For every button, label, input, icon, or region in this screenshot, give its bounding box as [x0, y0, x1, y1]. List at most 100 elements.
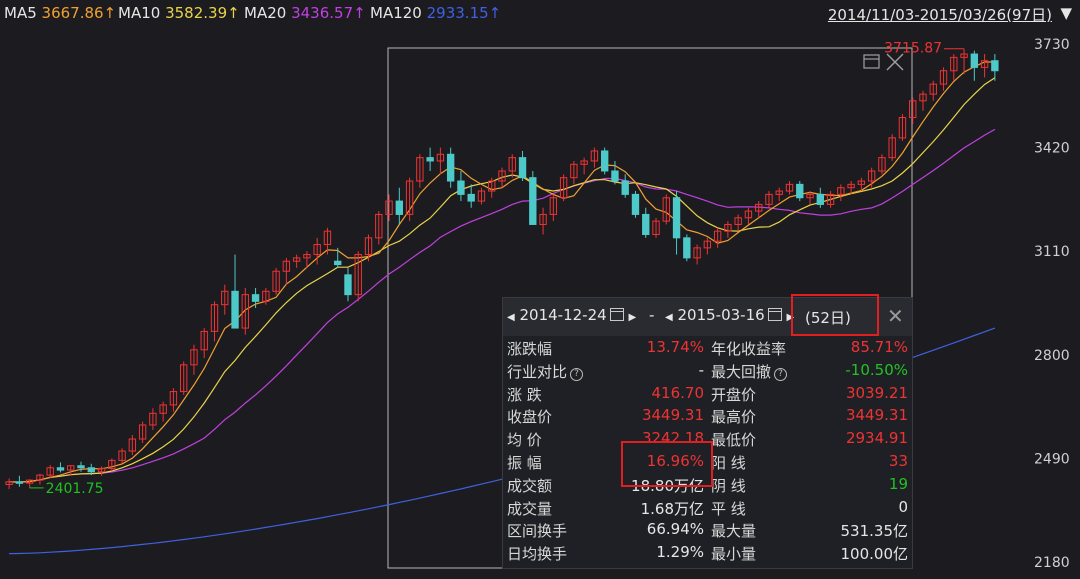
ma120-label: MA120 — [370, 4, 422, 22]
stat-label-text: 日均换手 — [507, 545, 568, 564]
stat-value: 416.70 — [651, 383, 705, 402]
stat-label: 成交量 — [507, 498, 552, 519]
stat-label-text: 开盘价 — [711, 385, 757, 404]
stat-label-text: 行业对比 — [507, 362, 568, 381]
stat-label: 平 线 — [711, 498, 746, 519]
candle-body — [446, 153, 455, 182]
candle-body — [334, 260, 342, 266]
y-tick-label: 3110 — [1034, 244, 1070, 260]
candle-body — [251, 294, 260, 302]
candle-body — [426, 157, 434, 162]
stats-panel-header: ◀ 2014-12-24 ▶ - ◀ 2015-03-16 ▶ (52日) ✕ — [503, 294, 912, 336]
candle-body — [642, 213, 650, 235]
start-date-picker[interactable]: ◀ 2014-12-24 ▶ — [507, 306, 636, 328]
candle-body — [77, 465, 85, 469]
stat-label-text: 平 线 — [711, 499, 746, 518]
ma5-indicator: MA5 3667.86↑ — [4, 4, 116, 22]
candle-body — [611, 170, 619, 182]
y-tick-label: 2180 — [1034, 555, 1070, 571]
ma10-value: 3582.39↑ — [165, 4, 240, 22]
stat-value: 13.74% — [646, 338, 704, 356]
candle-body — [467, 193, 475, 202]
stat-label: 均 价 — [507, 429, 542, 450]
stat-label-text: 收盘价 — [507, 408, 553, 427]
stat-label: 最高价 — [711, 406, 756, 427]
stat-label-text: 振 幅 — [507, 454, 542, 472]
stats-row: 收盘价 3449.31 最高价 3449.31 — [503, 406, 912, 428]
window-icon — [863, 54, 880, 69]
stat-label: 涨 跌 — [507, 384, 542, 405]
stat-label: 最大量 — [711, 520, 756, 541]
y-tick-label: 2800 — [1034, 348, 1070, 364]
stat-value: -10.50% — [845, 360, 908, 379]
candle-body — [87, 467, 95, 473]
stat-label-text: 成交额 — [507, 476, 553, 495]
stat-label: 涨跌幅 — [507, 338, 552, 359]
y-tick-label: 2490 — [1034, 451, 1070, 467]
stat-value: 19 — [888, 474, 908, 493]
stat-label-text: 均 价 — [507, 431, 542, 450]
candle-body — [344, 274, 352, 296]
triangle-left-icon[interactable]: ◀ — [665, 312, 673, 323]
stat-label: 收盘价 — [507, 406, 552, 427]
calendar-icon[interactable] — [767, 308, 782, 321]
stat-label-text: 年化收益率 — [711, 340, 787, 358]
candle-body — [621, 180, 629, 195]
ma5-label: MA5 — [4, 4, 37, 22]
help-icon[interactable]: ? — [570, 367, 584, 381]
stat-label-text: 区间换手 — [507, 522, 568, 541]
candle-body — [395, 200, 404, 215]
stat-label: 阴 线 — [711, 475, 746, 496]
close-icon[interactable]: ✕ — [887, 304, 904, 328]
stat-label: 最大回撤? — [711, 361, 788, 382]
stat-label-text: 阴 线 — [711, 476, 746, 495]
stat-value: 1.29% — [656, 543, 704, 562]
candle-body — [600, 150, 609, 172]
stats-row: 区间换手 66.94% 最大量 531.35亿 — [503, 520, 912, 542]
candle-body — [672, 197, 681, 239]
stat-label: 振 幅 — [507, 452, 542, 473]
stat-value: 3039.21 — [845, 383, 908, 402]
candle-body — [796, 183, 804, 199]
date-range-selector[interactable]: 2014/11/03-2015/03/26(97日) — [828, 4, 1052, 25]
days-count: (52日) — [805, 309, 851, 327]
interval-stats-panel: ◀ 2014-12-24 ▶ - ◀ 2015-03-16 ▶ (52日) ✕ … — [502, 294, 913, 569]
stat-label-text: 涨跌幅 — [507, 340, 553, 358]
triangle-down-icon[interactable]: ▼ — [1060, 4, 1072, 22]
end-date-value[interactable]: 2015-03-16 — [677, 306, 764, 324]
stat-label-text: 成交量 — [507, 499, 553, 518]
start-date-value[interactable]: 2014-12-24 — [519, 306, 606, 324]
stats-row: 涨跌幅 13.74% 年化收益率 85.71% — [503, 338, 912, 360]
stat-label: 日均换手 — [507, 543, 567, 564]
ma-header: MA5 3667.86↑ MA10 3582.39↑ MA20 3436.57↑… — [0, 0, 1080, 28]
candle-body — [683, 237, 691, 259]
ma20-value: 3436.57↑ — [291, 4, 366, 22]
stat-label: 最低价 — [711, 429, 756, 450]
y-tick-label: 3420 — [1034, 141, 1070, 157]
stat-value: 33 — [888, 452, 908, 470]
stat-label-text: 最大量 — [711, 522, 757, 541]
calendar-icon[interactable] — [609, 308, 624, 321]
amplitude-highlight-box — [621, 441, 713, 487]
triangle-left-icon[interactable]: ◀ — [507, 312, 515, 323]
stats-row: 日均换手 1.29% 最小量 100.00亿 — [503, 543, 912, 565]
ma20-label: MA20 — [244, 4, 287, 22]
stat-value: 3449.31 — [641, 406, 704, 425]
candle-body — [231, 290, 239, 329]
candle-body — [631, 193, 640, 215]
stat-value: 3449.31 — [845, 406, 908, 425]
high-marker-label: 3715.87 — [884, 41, 942, 57]
candle-body — [970, 53, 979, 68]
stat-label-text: 涨 跌 — [507, 385, 542, 404]
candle-body — [816, 193, 824, 205]
stat-label-text: 最大回撤 — [711, 362, 772, 381]
triangle-right-icon[interactable]: ▶ — [628, 312, 636, 323]
stats-row: 成交量 1.68万亿平 线 0 — [503, 498, 912, 520]
help-icon[interactable]: ? — [774, 367, 788, 381]
stat-label-text: 最低价 — [711, 431, 757, 450]
stat-label: 开盘价 — [711, 384, 756, 405]
end-date-picker[interactable]: ◀ 2015-03-16 ▶ — [665, 306, 794, 328]
stats-row: 行业对比? - 最大回撤? -10.50% — [503, 361, 912, 383]
stat-value: 1.68万亿 — [640, 499, 704, 518]
stat-label-text: 最小量 — [711, 545, 757, 564]
